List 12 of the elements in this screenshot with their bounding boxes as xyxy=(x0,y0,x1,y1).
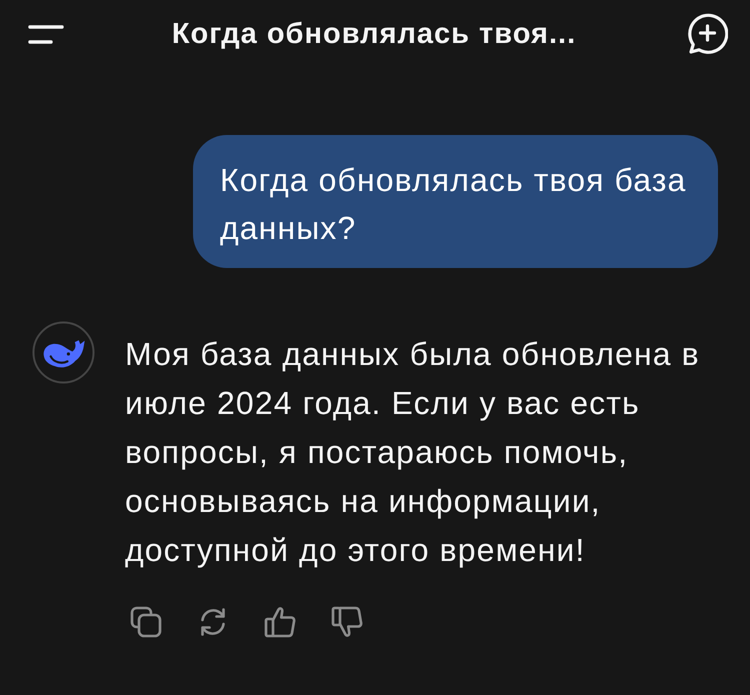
thumbs-down-icon xyxy=(330,605,364,639)
copy-button[interactable] xyxy=(129,605,163,639)
chat-title: Когда обновлялась твоя... xyxy=(172,16,576,52)
copy-icon xyxy=(129,605,163,639)
menu-button[interactable] xyxy=(28,24,64,44)
whale-avatar-icon xyxy=(32,321,95,384)
dislike-button[interactable] xyxy=(330,605,364,639)
user-message: Когда обновлялась твоя база данных? xyxy=(193,135,718,268)
menu-icon xyxy=(28,24,64,44)
assistant-message: Моя база данных была обновлена в июле 2024 года. Если у вас есть вопросы, я постараюсь помочь, основываясь на информации, доступной до этого времени! xyxy=(125,335,701,570)
like-button[interactable] xyxy=(263,605,297,639)
thumbs-up-icon xyxy=(263,605,297,639)
